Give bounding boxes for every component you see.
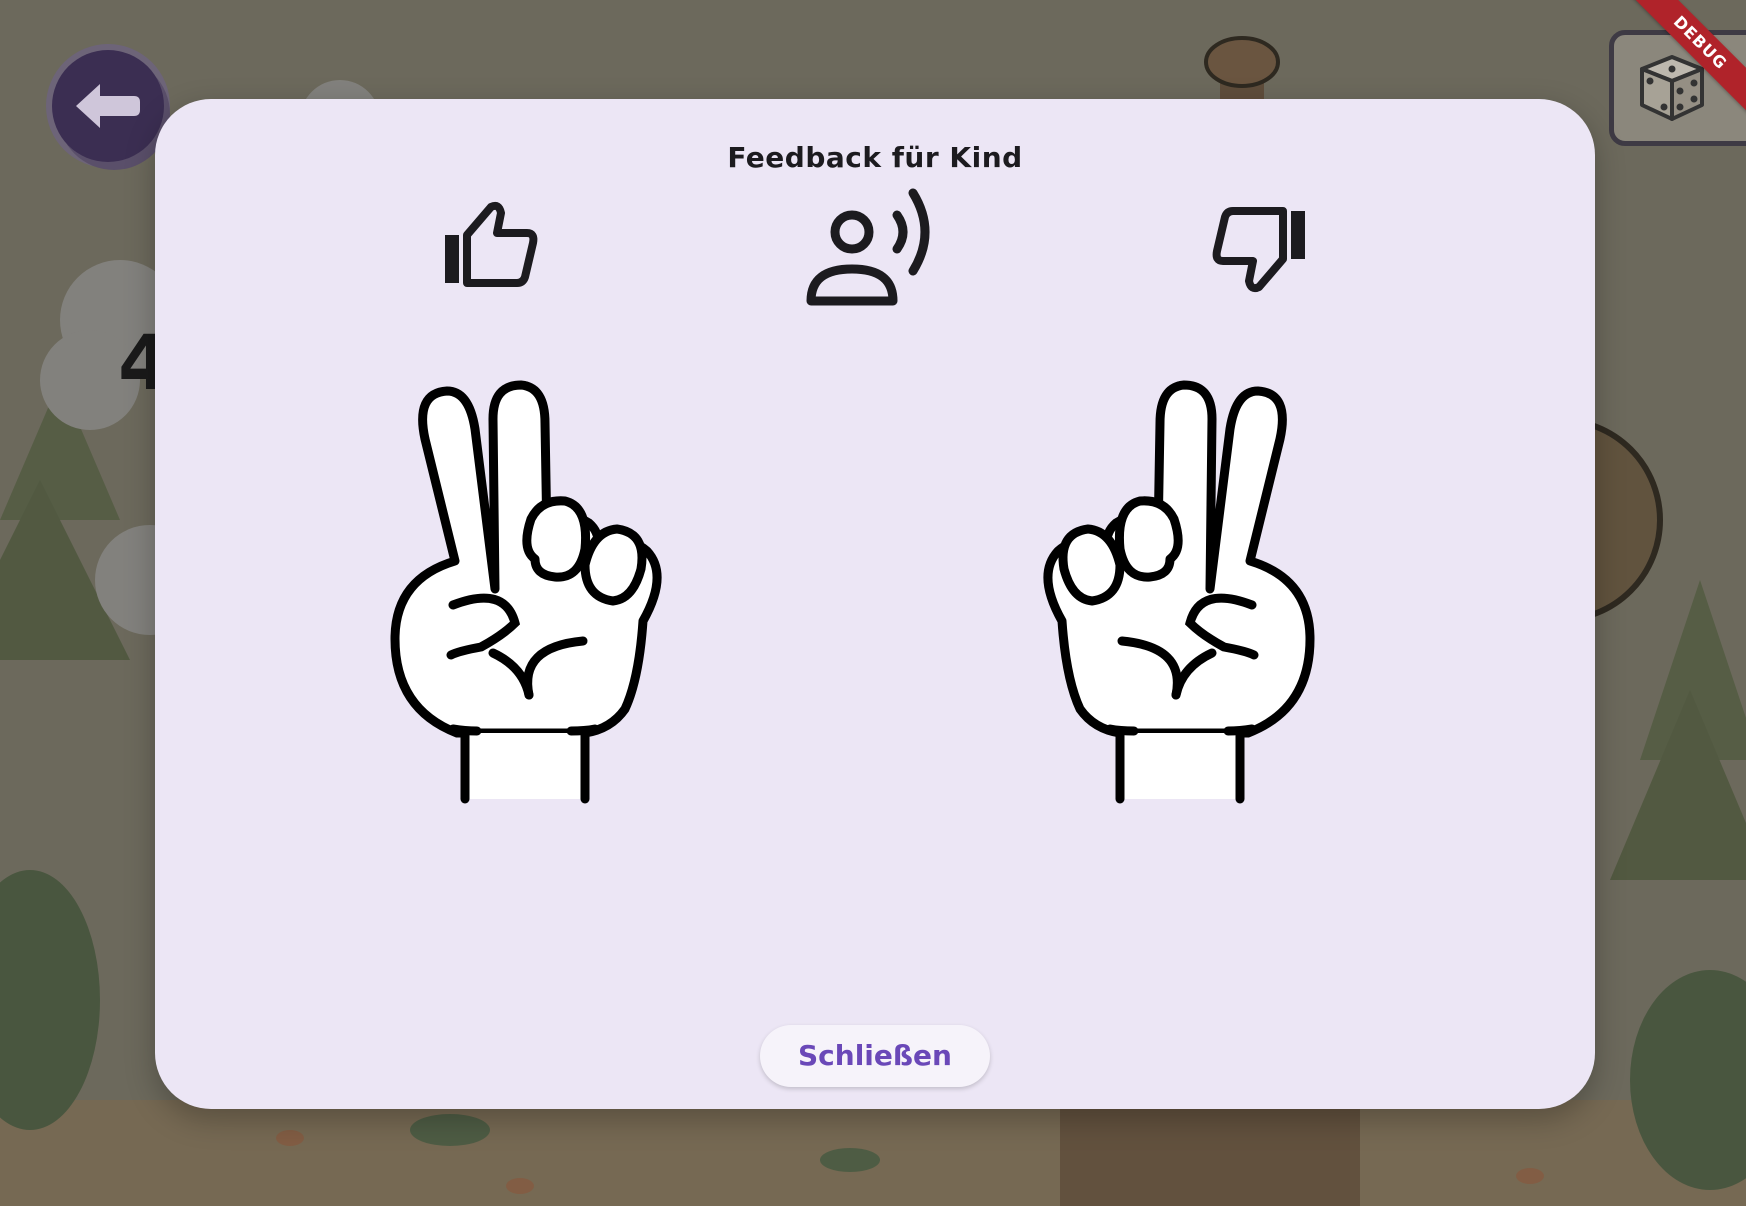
arrow-left-icon <box>76 84 140 128</box>
hand-two-fingers-left <box>390 380 662 804</box>
dialog-title: Feedback für Kind <box>727 141 1023 174</box>
back-button[interactable] <box>52 50 164 162</box>
thumb-up-icon[interactable] <box>441 199 541 299</box>
close-button[interactable]: Schließen <box>760 1025 990 1087</box>
thumb-down-icon[interactable] <box>1209 207 1309 307</box>
hand-two-fingers-right <box>1043 380 1315 804</box>
record-voice-icon[interactable] <box>806 188 930 306</box>
feedback-dialog: Feedback für Kind Schließen <box>155 99 1595 1109</box>
